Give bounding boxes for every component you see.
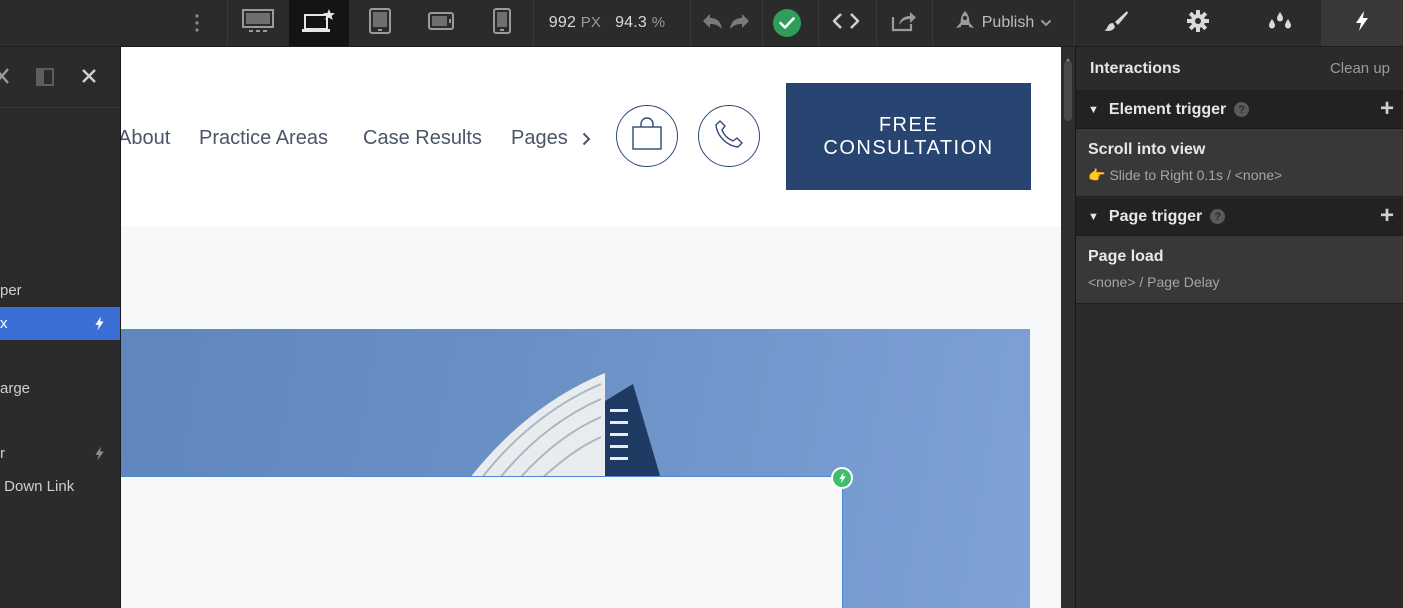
caret-down-icon[interactable]: ▼: [1088, 211, 1099, 223]
phone-icon: [713, 118, 745, 155]
publish-label: Publish: [981, 14, 1035, 31]
page-trigger-section[interactable]: ▼ Page trigger ? +: [1076, 198, 1403, 236]
nav-link-pages[interactable]: Pages: [511, 127, 568, 150]
canvas-size-readout[interactable]: 992 PX 94.3 %: [534, 0, 680, 46]
navigator-item-selected[interactable]: x: [0, 307, 120, 340]
tablet-icon: [369, 7, 391, 39]
navigator-header: [0, 47, 120, 108]
navigator-item-label: x: [0, 315, 8, 332]
publish-icon: [954, 10, 976, 37]
trigger-description: Slide to Right 0.1s / <none>: [1109, 167, 1283, 183]
settings-gear-icon: [1186, 9, 1210, 38]
free-consultation-button[interactable]: FREE CONSULTATION: [786, 83, 1031, 190]
caret-down-icon[interactable]: ▼: [1088, 104, 1099, 116]
width-value: 992: [548, 14, 577, 31]
check-icon: [773, 9, 801, 37]
site-header[interactable]: About Practice Areas Case Results Pages …: [121, 47, 1061, 226]
trigger-name: Page load: [1088, 248, 1164, 265]
dock-panel-icon[interactable]: [36, 68, 54, 91]
chevron-down-icon: [1040, 14, 1052, 32]
desktop-large-icon: [242, 8, 274, 38]
breakpoint-desktop-base-button[interactable]: [289, 0, 349, 46]
interaction-bolt-icon: [94, 446, 105, 465]
shopping-bag-icon: [631, 116, 663, 156]
trigger-description: <none> / Page Delay: [1088, 274, 1220, 290]
nav-link-case-results[interactable]: Case Results: [363, 127, 482, 150]
export-icon: [891, 10, 917, 37]
interaction-bolt-icon: [94, 316, 105, 335]
canvas-scrollbar[interactable]: [1061, 47, 1075, 608]
top-toolbar: 992 PX 94.3 % Publish: [0, 0, 1403, 47]
redo-button[interactable]: [726, 0, 754, 46]
site-status-button[interactable]: [764, 0, 810, 46]
navigator-item[interactable]: arge: [0, 372, 120, 405]
nav-link-about[interactable]: About: [121, 127, 170, 150]
redo-icon: [729, 12, 751, 35]
navigator-item-label: arge: [0, 380, 31, 397]
publish-button[interactable]: Publish: [940, 0, 1066, 46]
close-partial-icon[interactable]: [0, 67, 10, 90]
phone-button[interactable]: [698, 105, 760, 167]
share-button[interactable]: [878, 0, 930, 46]
tab-interactions[interactable]: [1321, 0, 1403, 46]
selected-content-box[interactable]: [121, 476, 843, 608]
breakpoint-mobile-portrait-button[interactable]: [472, 0, 532, 46]
scroll-thumb[interactable]: [1064, 61, 1072, 121]
desktop-base-star-icon: [302, 8, 336, 39]
zoom-unit: %: [651, 14, 666, 31]
element-trigger-section[interactable]: ▼ Element trigger ? +: [1076, 91, 1403, 129]
navigator-item[interactable]: per: [0, 274, 120, 307]
add-page-trigger-button[interactable]: +: [1380, 204, 1394, 228]
breakpoint-mobile-landscape-button[interactable]: [411, 0, 471, 46]
style-brush-icon: [1103, 10, 1129, 37]
trigger-name: Scroll into view: [1088, 141, 1206, 158]
element-trigger-label: Element trigger: [1108, 100, 1227, 118]
chevron-right-icon: [582, 132, 591, 151]
width-unit: PX: [580, 14, 602, 31]
code-icon: [832, 11, 860, 36]
help-icon[interactable]: ?: [1234, 102, 1250, 117]
cta-line-2: CONSULTATION: [823, 136, 994, 159]
cart-button[interactable]: [616, 105, 678, 167]
zoom-value: 94.3: [615, 14, 648, 31]
nav-link-practice-areas[interactable]: Practice Areas: [199, 127, 328, 150]
tab-settings[interactable]: [1157, 0, 1239, 46]
navigator-item-label: per: [0, 282, 22, 299]
interaction-badge-icon[interactable]: [831, 467, 853, 489]
panel-title: Interactions: [1090, 59, 1181, 77]
add-element-trigger-button[interactable]: +: [1380, 97, 1394, 121]
designer-canvas[interactable]: About Practice Areas Case Results Pages …: [121, 47, 1061, 608]
navigator-item-label: Down Link: [0, 478, 75, 495]
more-vertical-icon[interactable]: [184, 0, 210, 46]
code-export-button[interactable]: [820, 0, 872, 46]
mobile-portrait-icon: [493, 7, 511, 39]
navigator-item[interactable]: Down Link: [0, 470, 120, 503]
close-icon[interactable]: [81, 68, 97, 89]
navigator-item[interactable]: r: [0, 437, 120, 470]
help-icon[interactable]: ?: [1210, 209, 1226, 224]
page-trigger-item[interactable]: Page load <none> / Page Delay: [1076, 236, 1403, 304]
undo-button[interactable]: [698, 0, 726, 46]
navigator-panel: per x arge r Down Link: [0, 47, 121, 608]
breakpoint-desktop-large-button[interactable]: [228, 0, 288, 46]
page-trigger-label: Page trigger: [1108, 207, 1203, 225]
element-trigger-item[interactable]: Scroll into view 👉 Slide to Right 0.1s / …: [1076, 129, 1403, 197]
interactions-bolt-icon: [1354, 10, 1370, 37]
cta-line-1: FREE: [878, 113, 939, 136]
pointing-hand-icon: 👉: [1088, 167, 1106, 183]
clean-up-button[interactable]: Clean up: [1330, 60, 1390, 77]
style-manager-drops-icon: [1266, 11, 1294, 36]
interactions-panel: Interactions Clean up ▼ Element trigger …: [1075, 47, 1403, 608]
interactions-header: Interactions Clean up: [1076, 47, 1403, 91]
mobile-landscape-icon: [428, 11, 454, 35]
tab-style[interactable]: [1075, 0, 1157, 46]
tab-style-manager[interactable]: [1239, 0, 1321, 46]
undo-icon: [701, 12, 723, 35]
navigator-item-label: r: [0, 445, 5, 462]
breakpoint-tablet-button[interactable]: [350, 0, 410, 46]
